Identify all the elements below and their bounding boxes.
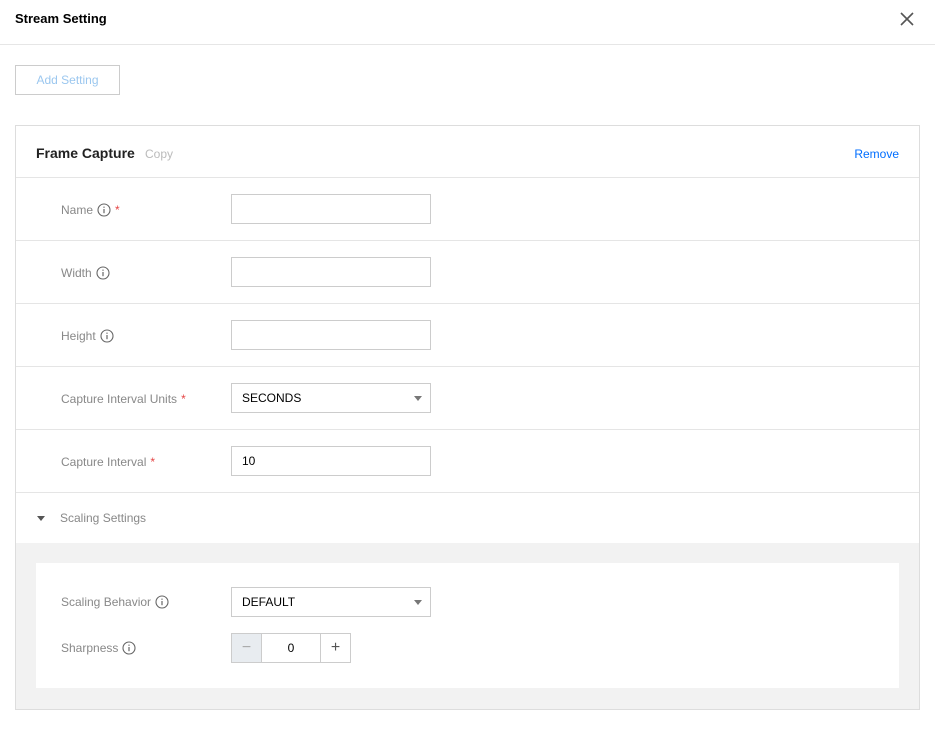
required-marker: * — [150, 455, 156, 469]
info-icon[interactable] — [122, 641, 136, 655]
sharpness-value[interactable]: 0 — [262, 634, 320, 662]
capture-interval-label: Capture Interval — [61, 455, 147, 469]
chevron-down-icon — [414, 396, 422, 401]
width-label: Width — [61, 266, 92, 280]
field-row-height: Height — [16, 304, 919, 367]
card-title: Frame Capture — [36, 145, 135, 161]
sharpness-label: Sharpness — [61, 641, 119, 655]
remove-link[interactable]: Remove — [854, 147, 899, 161]
required-marker: * — [181, 392, 186, 406]
scaling-settings-title: Scaling Settings — [60, 511, 147, 525]
sharpness-label-group: Sharpness — [61, 641, 136, 655]
required-marker: * — [115, 203, 120, 217]
close-icon[interactable] — [898, 10, 916, 28]
info-icon[interactable] — [155, 595, 169, 609]
increment-button[interactable]: + — [320, 634, 350, 662]
info-icon[interactable] — [96, 266, 110, 280]
capture-interval-units-label: Capture Interval Units — [61, 392, 178, 406]
chevron-down-icon — [414, 600, 422, 605]
width-label-group: Width — [61, 266, 110, 280]
height-label-group: Height — [61, 329, 114, 343]
scaling-settings-panel: Scaling Behavior DEFAULT Sharpness − 0 + — [16, 543, 919, 709]
frame-capture-card: Frame Capture Copy Remove Name * Width H… — [15, 125, 920, 710]
copy-link[interactable]: Copy — [145, 147, 173, 161]
capture-interval-units-label-group: Capture Interval Units * — [61, 392, 186, 406]
height-input[interactable] — [231, 320, 431, 350]
scaling-behavior-value: DEFAULT — [242, 595, 296, 609]
info-icon[interactable] — [97, 203, 111, 217]
scaling-settings-content: Scaling Behavior DEFAULT Sharpness − 0 + — [36, 563, 899, 688]
name-input[interactable] — [231, 194, 431, 224]
info-icon[interactable] — [100, 329, 114, 343]
scaling-behavior-label: Scaling Behavior — [61, 595, 152, 609]
field-row-name: Name * — [16, 178, 919, 241]
caret-down-icon — [37, 516, 45, 521]
capture-interval-units-select[interactable]: SECONDS — [231, 383, 431, 413]
dialog-title: Stream Setting — [15, 11, 107, 26]
height-label: Height — [61, 329, 96, 343]
dialog-header: Stream Setting — [0, 0, 935, 45]
width-input[interactable] — [231, 257, 431, 287]
scaling-behavior-label-group: Scaling Behavior — [61, 595, 169, 609]
card-header: Frame Capture Copy Remove — [16, 126, 919, 178]
decrement-button[interactable]: − — [232, 634, 262, 662]
capture-interval-units-value: SECONDS — [242, 391, 302, 405]
capture-interval-input[interactable] — [231, 446, 431, 476]
add-setting-button[interactable]: Add Setting — [15, 65, 120, 95]
sharpness-stepper: − 0 + — [231, 633, 351, 663]
scaling-settings-toggle[interactable]: Scaling Settings — [16, 493, 919, 543]
field-row-capture-interval-units: Capture Interval Units * SECONDS — [16, 367, 919, 430]
name-label-group: Name * — [61, 203, 120, 217]
capture-interval-label-group: Capture Interval * — [61, 455, 155, 469]
name-label: Name — [61, 203, 94, 217]
field-row-width: Width — [16, 241, 919, 304]
field-row-capture-interval: Capture Interval * — [16, 430, 919, 493]
scaling-behavior-select[interactable]: DEFAULT — [231, 587, 431, 617]
